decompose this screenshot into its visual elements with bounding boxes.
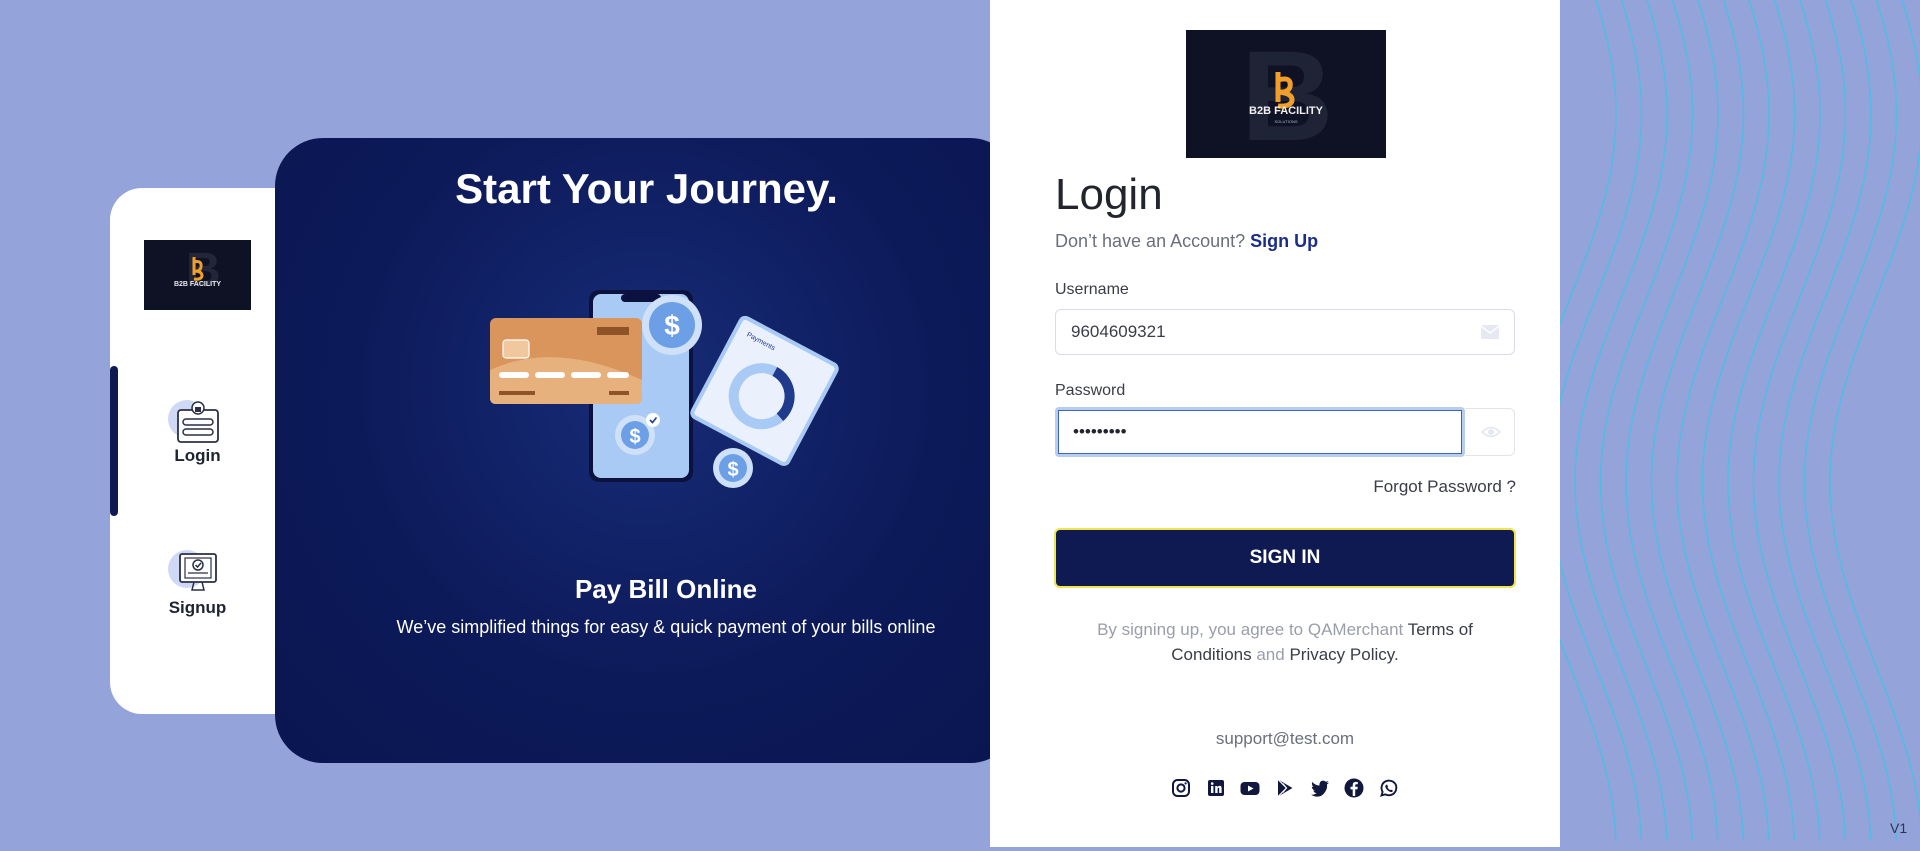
password-field-wrapper: [1055, 407, 1465, 457]
signup-monitor-icon: [178, 553, 217, 591]
coin-dollar-label: $: [664, 310, 680, 341]
active-nav-indicator: [110, 366, 118, 516]
support-email[interactable]: support@test.com: [1055, 729, 1515, 749]
sidebar-logo: B B2B FACILITY: [144, 240, 251, 310]
page-title: Login: [1055, 170, 1163, 219]
sidebar-item-label: Login: [174, 446, 221, 465]
phone-coin-dollar-label: $: [629, 426, 640, 448]
bottom-coin-dollar-label: $: [727, 459, 738, 481]
brand-logo-text: B2B FACILITY: [1249, 105, 1324, 117]
account-prompt-text: Don’t have an Account?: [1055, 231, 1246, 251]
username-input[interactable]: [1056, 310, 1514, 354]
envelope-icon: [1480, 324, 1500, 344]
sidebar-item-signup[interactable]: Signup: [150, 550, 245, 618]
sign-up-link[interactable]: Sign Up: [1250, 231, 1318, 251]
payment-illustration: $ $ Payments $: [485, 285, 850, 490]
username-label: Username: [1055, 281, 1129, 298]
password-label: Password: [1055, 382, 1126, 399]
logo-bg-letter: B: [186, 244, 221, 297]
eye-icon: [1481, 426, 1501, 438]
brand-logo-subtext: SOLUTIONS: [1274, 119, 1297, 124]
terms-and: and: [1256, 645, 1285, 664]
username-field-wrapper: [1055, 309, 1515, 355]
hero-title: Start Your Journey.: [455, 165, 838, 212]
social-links: [1170, 777, 1400, 799]
sign-in-button[interactable]: SIGN IN: [1054, 528, 1516, 588]
forgot-password-link[interactable]: Forgot Password ?: [1300, 477, 1516, 497]
youtube-icon[interactable]: [1239, 777, 1261, 799]
brand-logo: B B2B FACILITY SOLUTIONS: [1186, 30, 1386, 158]
sidebar-item-login[interactable]: Login: [150, 400, 245, 466]
twitter-icon[interactable]: [1309, 777, 1331, 799]
whatsapp-icon[interactable]: [1378, 777, 1400, 799]
sidebar-logo-text: B2B FACILITY: [174, 281, 221, 288]
linkedin-icon[interactable]: [1205, 777, 1227, 799]
terms-prefix: By signing up, you agree to QAMerchant: [1097, 620, 1404, 639]
google-play-icon[interactable]: [1274, 777, 1296, 799]
login-form-icon: [176, 401, 219, 443]
decorative-wave-background: [1523, 0, 1920, 847]
account-prompt: Don’t have an Account? Sign Up: [1055, 231, 1318, 252]
wave-line: [1548, 0, 1643, 841]
terms-notice: By signing up, you agree to QAMerchant T…: [1060, 617, 1510, 667]
sidebar-item-label: Signup: [168, 598, 227, 617]
facebook-icon[interactable]: [1343, 777, 1365, 799]
hero-description: We’ve simplified things for easy & quick…: [396, 617, 936, 637]
password-visibility-toggle[interactable]: [1465, 408, 1515, 456]
privacy-policy-link[interactable]: Privacy Policy.: [1289, 645, 1398, 664]
hero-subtitle: Pay Bill Online: [574, 574, 758, 604]
password-input[interactable]: [1058, 410, 1462, 454]
instagram-icon[interactable]: [1170, 777, 1192, 799]
version-label: V1: [1890, 820, 1908, 836]
